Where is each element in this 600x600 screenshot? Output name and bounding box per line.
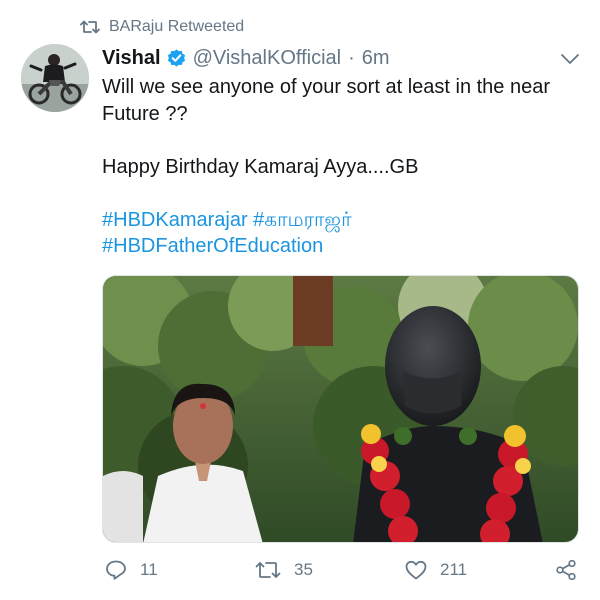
author-handle[interactable]: @VishalKOfficial xyxy=(193,47,342,70)
retweet-icon xyxy=(80,19,100,35)
hashtag-link[interactable]: #காமராஜர் xyxy=(253,209,351,231)
retweet-icon xyxy=(255,562,281,578)
hashtag-link[interactable]: #HBDKamarajar xyxy=(102,209,248,231)
tweet-actions: 11 35 211 xyxy=(0,555,600,587)
like-button[interactable]: 211 xyxy=(404,555,467,585)
reply-icon xyxy=(106,560,126,580)
tweet-header: Vishal @VishalKOfficial · 6m xyxy=(102,44,390,72)
heart-icon xyxy=(405,560,427,580)
reply-count: 11 xyxy=(140,560,158,579)
tweet-card[interactable]: BARaju Retweeted Vishal @VishalKOfficial… xyxy=(0,0,600,600)
chevron-down-icon[interactable] xyxy=(560,52,580,66)
separator: · xyxy=(348,46,355,69)
author-name[interactable]: Vishal xyxy=(102,47,161,70)
tweet-text-line: Will we see anyone of your sort at least… xyxy=(102,76,551,98)
retweet-button[interactable]: 35 xyxy=(254,555,313,585)
like-count: 211 xyxy=(440,560,468,579)
retweeted-by-label: BARaju Retweeted xyxy=(109,18,245,35)
hashtag-link[interactable]: #HBDFatherOfEducation xyxy=(102,235,323,257)
retweet-count: 35 xyxy=(294,560,313,579)
share-button[interactable] xyxy=(554,555,578,585)
verified-badge-icon xyxy=(166,48,187,69)
avatar[interactable] xyxy=(21,44,89,112)
reply-button[interactable]: 11 xyxy=(104,555,158,585)
timestamp[interactable]: 6m xyxy=(362,47,390,70)
tweet-text-line: Happy Birthday Kamaraj Ayya....GB xyxy=(102,155,419,178)
tweet-text-line: Future ?? xyxy=(102,102,188,125)
tweet-photo[interactable] xyxy=(102,275,579,543)
share-icon xyxy=(556,559,576,581)
retweet-context[interactable]: BARaju Retweeted xyxy=(80,17,244,37)
tweet-text: Will we see anyone of your sort at least… xyxy=(102,74,582,260)
